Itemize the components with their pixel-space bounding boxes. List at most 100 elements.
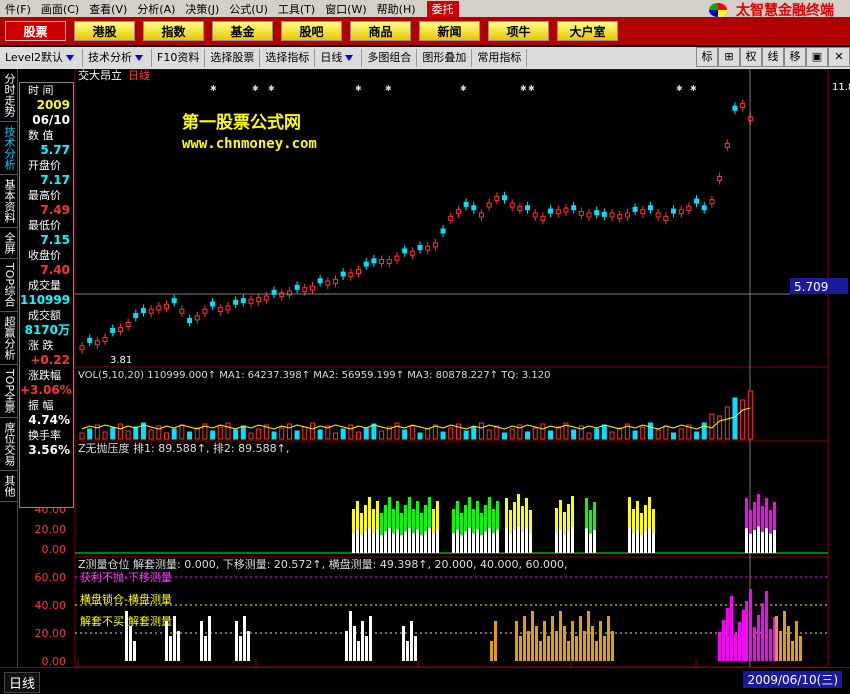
ind2-bar [345,631,348,661]
nav-button-8[interactable]: 大户室 [557,21,618,41]
menu-item-2[interactable]: 查看(V) [84,1,132,17]
value-label: 数 值 [28,129,54,142]
ind1-bar-base [468,527,471,553]
ind2-bar [787,626,790,661]
vol-bar [525,431,531,440]
nav-button-4[interactable]: 股吧 [281,21,342,41]
nav-button-0[interactable]: 股票 [5,21,66,41]
close-value: 7.40 [40,263,70,277]
toolbar-item-0[interactable]: Level2默认 [0,49,84,67]
nav-button-7[interactable]: 项牛 [488,21,549,41]
vol-label: 成交量 [28,279,61,292]
candle-body [363,261,369,267]
vol-bar [187,431,193,440]
vol-bar [548,430,554,440]
candle-body [563,207,569,213]
cursor-price: 5.709 [794,280,828,294]
ind2-bar [599,621,602,661]
brand-logo-icon [709,3,727,17]
dropdown-arrow-icon [135,55,144,61]
menu-item-5[interactable]: 公式(U) [224,1,273,17]
menu-item-7[interactable]: 窗口(W) [320,1,371,17]
right-tool-2[interactable]: 权 [740,47,762,67]
vol-bar [125,430,131,440]
candle-body [263,295,269,301]
ind1-bar-base [559,529,562,553]
right-tool-0[interactable]: 标 [696,47,718,67]
toolbar-item-3[interactable]: 选择股票 [205,49,261,67]
cursor-date: 2009/06/10(三) [743,671,842,688]
menu-bar: 件(F) 画面(C) 查看(V) 分析(A) 决策(J) 公式(U) 工具(T) 窗口(W) 帮… [0,0,850,17]
menu-item-8[interactable]: 帮助(H) [372,1,421,17]
nav-button-1[interactable]: 港股 [74,21,135,41]
vol-bar [179,424,185,440]
candle-body [309,285,315,291]
low-value: 7.15 [40,233,70,247]
candle-body [502,195,507,201]
ind2-bar [523,616,526,661]
trade-button[interactable]: 委托 [426,0,459,17]
ind2-bar [353,626,356,661]
event-marker-9: ✱ [690,84,697,93]
ind2-bar [765,591,768,661]
period-label[interactable]: 日线 [4,672,41,693]
vol-bar [194,427,200,440]
ind2-bar [757,615,760,661]
candle-body [133,313,139,319]
stock-chart[interactable]: 交大昂立日线11.813.81✱✱✱✱✱✱✱✱✱✱5.709VOL(5,10,2… [0,69,850,667]
menu-item-4[interactable]: 决策(J) [180,1,224,17]
candle-body [102,336,108,342]
nav-button-5[interactable]: 商品 [350,21,411,41]
ind1-bar-base [563,534,566,553]
toolbar-item-4[interactable]: 选择指标 [260,49,316,67]
menu-item-0[interactable]: 件(F) [0,1,36,17]
ind2-bar [742,610,745,661]
menu-item-1[interactable]: 画面(C) [36,1,84,17]
vol-bar [371,423,377,440]
ind2-bar [406,641,409,661]
candle-body [601,211,607,217]
candle-body [717,176,723,182]
candle-body [694,198,700,204]
right-tool-5[interactable]: ▣ [806,47,828,67]
toolbar-item-1[interactable]: 技术分析 [83,49,153,67]
candle-body [425,245,431,251]
vol-bar [271,431,277,440]
vol-bar [494,425,500,440]
ind1-bar-base [753,530,756,553]
price-high-label: 11.81 [832,82,850,93]
right-tool-1[interactable]: ⊞ [718,47,740,67]
toolbar-item-2[interactable]: F10资料 [152,49,206,67]
toolbar-item-8[interactable]: 常用指标 [472,49,528,67]
candle-body [671,208,676,214]
toolbar-item-7[interactable]: 图形叠加 [417,49,473,67]
candle-body [340,271,346,277]
toolbar-item-6[interactable]: 多图组合 [362,49,418,67]
toolbar-item-5[interactable]: 日线 [315,49,363,67]
nav-button-3[interactable]: 基金 [212,21,273,41]
brand-name: 太智慧金融终端 [736,3,834,17]
toolbar-item-label: 日线 [320,51,343,64]
nav-button-6[interactable]: 新闻 [419,21,480,41]
ind1-bar-base [745,528,748,553]
vol-bar [478,422,484,440]
menu-item-6[interactable]: 工具(T) [273,1,320,17]
ind2-bar [718,632,721,661]
nav-button-2[interactable]: 指数 [143,21,204,41]
toolbar-item-label: 技术分析 [88,51,133,64]
right-tool-6[interactable]: ✕ [828,47,850,67]
ind1-bar-base [628,527,631,553]
right-tool-4[interactable]: 移 [784,47,806,67]
candle-body [548,208,554,214]
menu-item-3[interactable]: 分析(A) [132,1,180,17]
right-tool-3[interactable]: 线 [762,47,784,67]
ind2-tick-2: 20.00 [35,627,67,640]
candle-body [540,215,546,221]
event-marker-7: ✱ [528,84,535,93]
candle-body [240,298,246,304]
ind2-bar [169,636,172,661]
ind1-bar-base [408,527,411,553]
ind2-bar [738,622,741,661]
vol-bar [79,432,85,440]
vol-bar [363,427,369,440]
